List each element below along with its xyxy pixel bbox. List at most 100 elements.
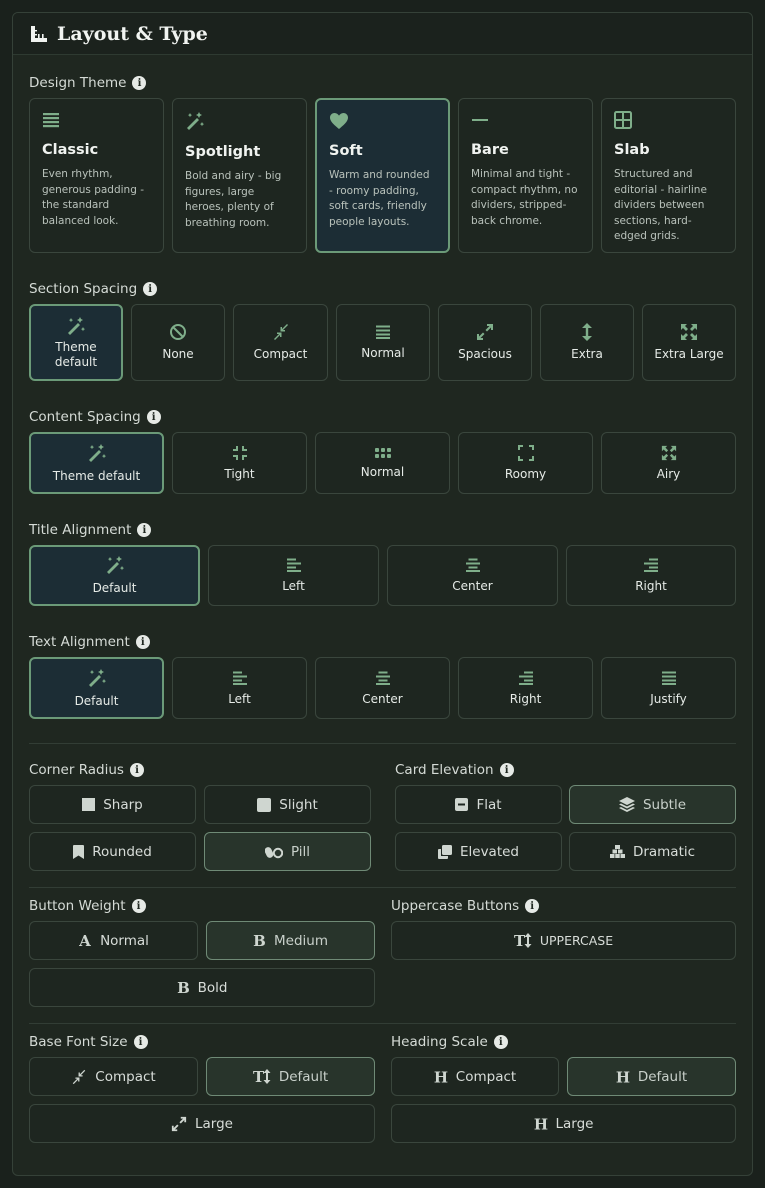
option-label: Default xyxy=(74,693,119,708)
theme-card-classic[interactable]: Classic Even rhythm, generous padding - … xyxy=(29,98,164,253)
corner-radius-sharp[interactable]: Sharp xyxy=(29,785,196,824)
content-spacing-tight[interactable]: Tight xyxy=(172,432,307,494)
svg-text:H: H xyxy=(434,1070,448,1084)
title-alignment-label: Title Alignment i xyxy=(29,522,152,538)
base-font-large[interactable]: Large xyxy=(29,1104,375,1143)
button-weight-label: Button Weight i xyxy=(29,898,146,914)
info-icon[interactable]: i xyxy=(129,763,144,777)
info-icon[interactable]: i xyxy=(133,1035,148,1049)
section-spacing-label: Section Spacing i xyxy=(29,281,158,297)
theme-card-slab[interactable]: Slab Structured and editorial - hairline… xyxy=(601,98,736,253)
section-spacing-compact[interactable]: Compact xyxy=(233,304,328,381)
card-elevation-dramatic[interactable]: Dramatic xyxy=(569,832,736,871)
magic-wand-icon xyxy=(66,316,86,336)
theme-card-spotlight[interactable]: Spotlight Bold and airy - big figures, l… xyxy=(172,98,307,253)
text-align-default[interactable]: Default xyxy=(29,657,164,719)
option-label: Dramatic xyxy=(632,843,696,860)
option-label: Right xyxy=(509,691,542,706)
panel-title: Layout & Type xyxy=(57,22,208,45)
button-weight-medium[interactable]: B Medium xyxy=(206,921,375,960)
content-spacing-roomy[interactable]: Roomy xyxy=(458,432,593,494)
heading-scale-compact[interactable]: H Compact xyxy=(391,1057,559,1096)
section-spacing-normal[interactable]: Normal xyxy=(336,304,430,381)
section-spacing-theme-default[interactable]: Theme default xyxy=(29,304,123,381)
option-label: Left xyxy=(282,579,305,593)
magic-wand-icon xyxy=(105,555,125,575)
collapse-icon xyxy=(232,445,248,461)
title-align-left[interactable]: Left xyxy=(208,545,379,606)
section-spacing-none[interactable]: None xyxy=(131,304,225,381)
info-icon[interactable]: i xyxy=(146,410,161,424)
option-label: Default xyxy=(278,1068,329,1085)
text-align-right[interactable]: Right xyxy=(458,657,593,719)
card-elevation-label: Card Elevation i xyxy=(395,762,514,778)
card-elevation-subtle[interactable]: Subtle xyxy=(569,785,736,824)
uppercase-buttons-label: Uppercase Buttons i xyxy=(391,898,540,914)
theme-card-bare[interactable]: Bare Minimal and tight - compact rhythm,… xyxy=(458,98,593,253)
button-weight-bold[interactable]: B Bold xyxy=(29,968,375,1007)
corner-radius-rounded[interactable]: Rounded xyxy=(29,832,196,871)
option-label: Large xyxy=(195,1115,233,1132)
button-weight-normal[interactable]: A Normal xyxy=(29,921,198,960)
option-label: Justify xyxy=(650,691,687,706)
content-spacing-airy[interactable]: Airy xyxy=(601,432,736,494)
heading-scale-label: Heading Scale i xyxy=(391,1034,508,1050)
option-label: Flat xyxy=(476,796,502,813)
section-spacing-extra-large[interactable]: Extra Large xyxy=(642,304,736,381)
theme-card-soft[interactable]: Soft Warm and rounded - roomy padding, s… xyxy=(315,98,450,253)
content-spacing-theme-default[interactable]: Theme default xyxy=(29,432,164,494)
text-alignment-label: Text Alignment i xyxy=(29,634,150,650)
option-label: Airy xyxy=(656,466,681,481)
info-icon[interactable]: i xyxy=(137,523,152,537)
bold-icon: B xyxy=(177,979,190,997)
section-spacing-extra[interactable]: Extra xyxy=(540,304,634,381)
align-justify-icon xyxy=(661,670,677,686)
section-spacing-label-text: Section Spacing xyxy=(29,281,138,297)
svg-text:T: T xyxy=(253,1069,265,1084)
card-elevation-flat[interactable]: Flat xyxy=(395,785,562,824)
title-align-default[interactable]: Default xyxy=(29,545,200,606)
design-theme-label-text: Design Theme xyxy=(29,75,127,91)
info-icon[interactable]: i xyxy=(493,1035,508,1049)
info-icon[interactable]: i xyxy=(131,899,146,913)
expand-frame-icon xyxy=(517,444,534,461)
svg-text:B: B xyxy=(253,934,266,948)
align-right-icon xyxy=(643,557,659,573)
title-align-center[interactable]: Center xyxy=(387,545,558,606)
base-font-compact[interactable]: Compact xyxy=(29,1057,198,1096)
option-label: Extra xyxy=(571,347,603,361)
section-spacing-spacious[interactable]: Spacious xyxy=(438,304,532,381)
corner-radius-pill[interactable]: Pill xyxy=(204,832,371,871)
heading-scale-default[interactable]: H Default xyxy=(567,1057,736,1096)
info-icon[interactable]: i xyxy=(132,76,147,90)
option-label: Compact xyxy=(455,1068,517,1085)
minus-icon xyxy=(471,111,489,129)
info-icon[interactable]: i xyxy=(143,282,158,296)
content-spacing-normal[interactable]: Normal xyxy=(315,432,450,494)
option-label: Medium xyxy=(274,932,328,949)
heading-scale-label-text: Heading Scale xyxy=(391,1034,488,1050)
card-elevation-elevated[interactable]: Elevated xyxy=(395,832,562,871)
font-icon: A xyxy=(78,932,92,950)
align-right-icon xyxy=(518,670,534,686)
align-center-icon xyxy=(465,557,481,573)
corner-radius-slight[interactable]: Slight xyxy=(204,785,371,824)
uppercase-buttons-label-text: Uppercase Buttons xyxy=(391,898,520,914)
info-icon[interactable]: i xyxy=(525,899,540,913)
text-align-left[interactable]: Left xyxy=(172,657,307,719)
text-align-justify[interactable]: Justify xyxy=(601,657,736,719)
expand-icon xyxy=(476,323,494,341)
title-align-right[interactable]: Right xyxy=(566,545,736,606)
option-label: Subtle xyxy=(642,796,687,813)
text-align-center[interactable]: Center xyxy=(315,657,450,719)
option-label: Normal xyxy=(360,464,405,479)
info-icon[interactable]: i xyxy=(135,635,150,649)
option-label: Center xyxy=(362,691,403,706)
info-icon[interactable]: i xyxy=(499,763,514,777)
heading-icon: H xyxy=(533,1115,547,1133)
option-label: Extra Large xyxy=(654,347,724,361)
heading-scale-large[interactable]: H Large xyxy=(391,1104,736,1143)
uppercase-toggle[interactable]: T UPPERCASE xyxy=(391,921,736,960)
button-weight-label-text: Button Weight xyxy=(29,898,126,914)
base-font-default[interactable]: T Default xyxy=(206,1057,375,1096)
